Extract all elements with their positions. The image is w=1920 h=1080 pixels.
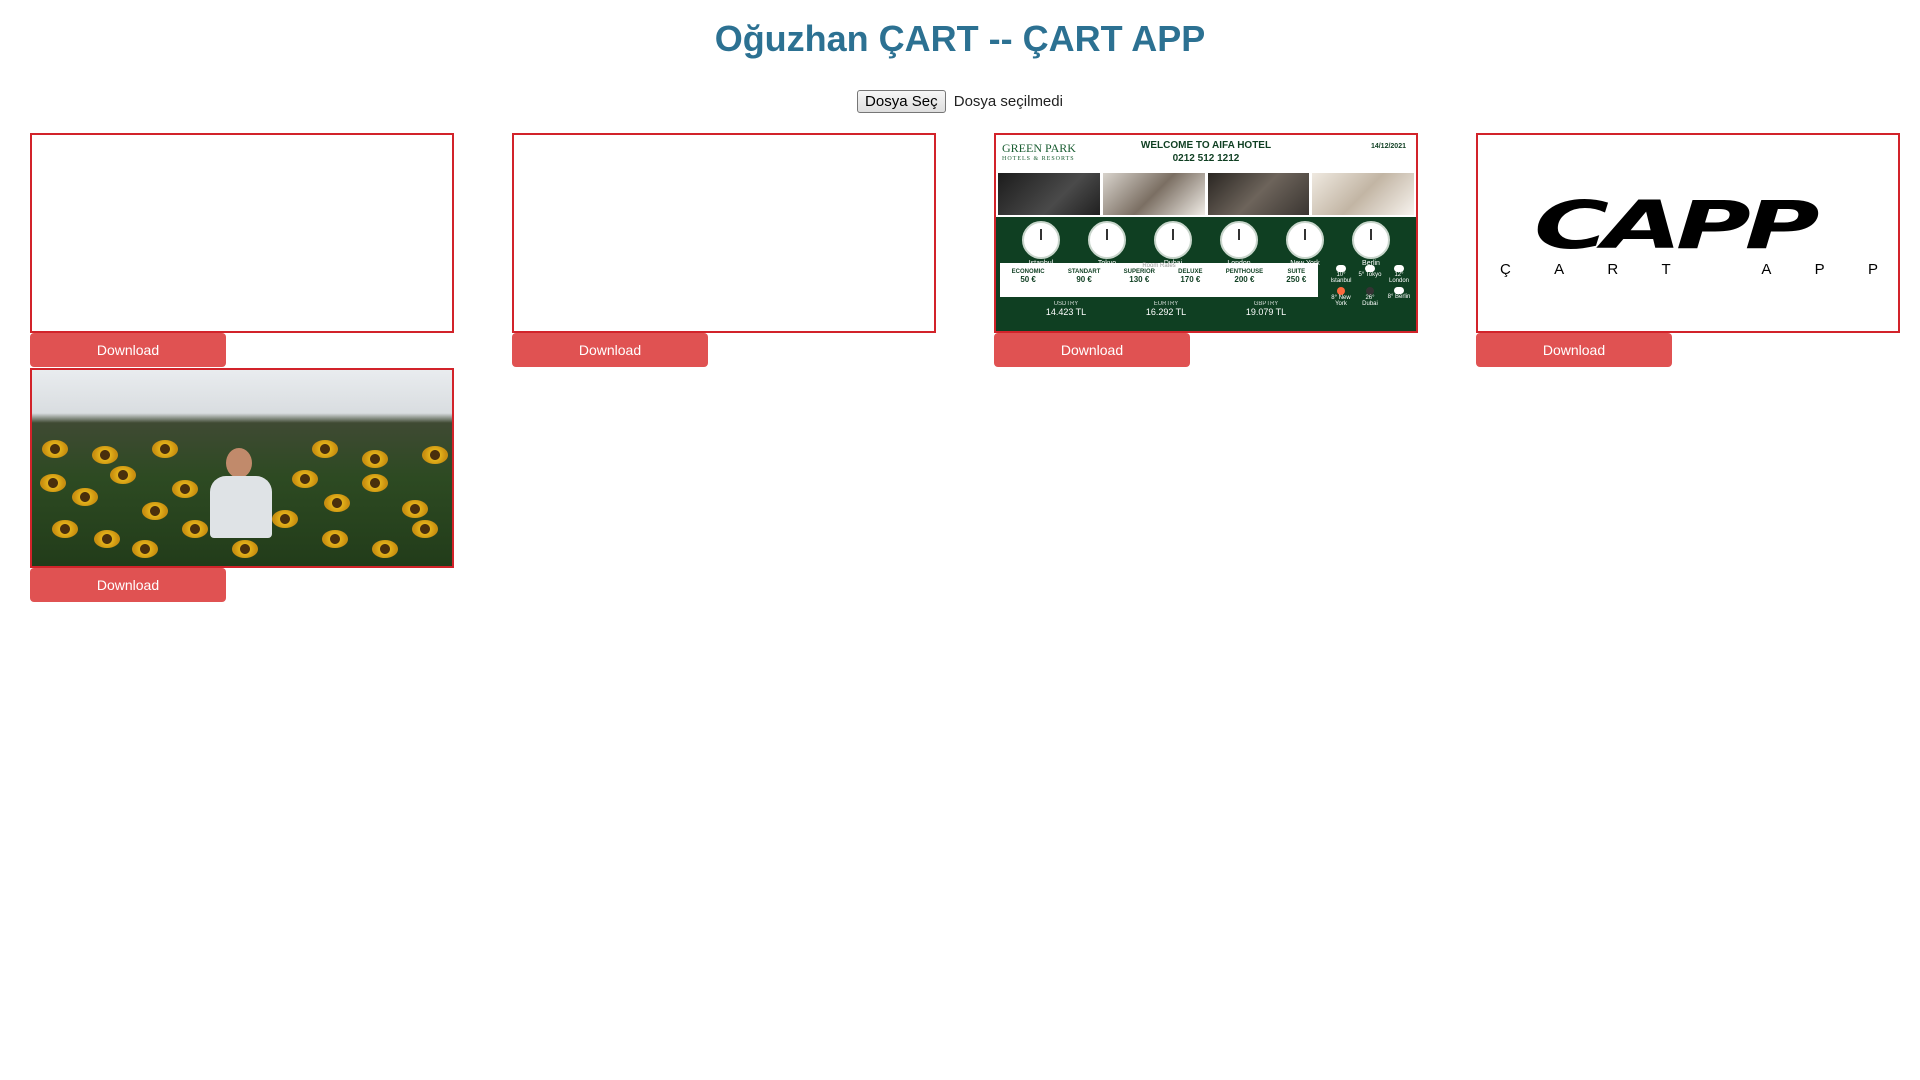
sunflower-icon xyxy=(402,500,428,518)
weather-item: 10° Istanbul xyxy=(1328,265,1354,284)
clock-icon xyxy=(1286,221,1324,259)
currency-rate: EURTRY 16.292 TL xyxy=(1145,301,1187,317)
sunflower-icon xyxy=(152,440,178,458)
sunflower-icon xyxy=(94,530,120,548)
weather-item: 8° New York xyxy=(1328,287,1354,307)
currency-rate: GBPTRY 19.079 TL xyxy=(1245,301,1287,317)
currency-rate: USDTRY 14.423 TL xyxy=(1045,301,1087,317)
room-rate: SUPERIOR 130 € xyxy=(1123,269,1155,284)
hotel-phone: 0212 512 1212 xyxy=(1172,153,1240,164)
sunflower-icon xyxy=(292,470,318,488)
capp-logo-image: CAPP ÇART APP xyxy=(1478,135,1898,331)
cloud-icon xyxy=(1394,287,1404,294)
room-rate: STANDART 90 € xyxy=(1067,269,1101,284)
sunflower-icon xyxy=(362,474,388,492)
world-clock: New York xyxy=(1286,221,1324,267)
sunflower-icon xyxy=(40,474,66,492)
sun-icon xyxy=(1337,287,1345,295)
image-thumbnail: CAPP ÇART APP xyxy=(1476,133,1900,333)
image-thumbnail: GREEN PARK HOTELS & RESORTS WELCOME TO AI… xyxy=(994,133,1418,333)
gallery-card: CAPP ÇART APP Download xyxy=(1476,133,1900,367)
sunflower-icon xyxy=(272,510,298,528)
cloud-icon xyxy=(1365,265,1375,272)
clock-icon xyxy=(1220,221,1258,259)
room-rates: Room Rates ECONOMIC 50 € STANDART 90 € SUPER… xyxy=(1000,263,1318,297)
download-button[interactable]: Download xyxy=(1476,333,1672,367)
sunflower-icon xyxy=(72,488,98,506)
sunflower-icon xyxy=(372,540,398,558)
image-thumbnail xyxy=(30,368,454,568)
sunflower-icon xyxy=(110,466,136,484)
sunflower-icon xyxy=(312,440,338,458)
download-button[interactable]: Download xyxy=(30,568,226,602)
sunflower-icon xyxy=(412,520,438,538)
gallery-card: Download xyxy=(30,368,454,602)
cloud-icon xyxy=(1394,265,1404,272)
world-clock: Berlin xyxy=(1352,221,1390,267)
world-clock: Dubai xyxy=(1154,221,1192,267)
file-uploader: Dosya Seç Dosya seçilmedi xyxy=(0,90,1920,113)
gallery-card: Download xyxy=(30,133,454,367)
sunflower-icon xyxy=(422,446,448,464)
image-thumbnail xyxy=(30,133,454,333)
sunflower-icon xyxy=(132,540,158,558)
sunflower-icon xyxy=(182,520,208,538)
clock-icon xyxy=(1088,221,1126,259)
download-button[interactable]: Download xyxy=(994,333,1190,367)
sunflower-icon xyxy=(322,530,348,548)
currency-rates: USDTRY 14.423 TL EURTRY 16.292 TL GBPTRY 19.0… xyxy=(1016,301,1316,317)
moon-icon xyxy=(1366,287,1374,295)
download-button[interactable]: Download xyxy=(30,333,226,367)
room-rate: PENTHOUSE 200 € xyxy=(1225,269,1264,284)
sunflower-icon xyxy=(92,446,118,464)
gallery-card: Download xyxy=(512,133,936,367)
sunflower-icon xyxy=(52,520,78,538)
clock-icon xyxy=(1022,221,1060,259)
person-figure xyxy=(210,448,272,538)
room-rate: DELUXE 170 € xyxy=(1178,269,1203,284)
capp-logo-subtitle: ÇART APP xyxy=(1500,261,1880,278)
sunflower-icon xyxy=(324,494,350,512)
clock-icon xyxy=(1154,221,1192,259)
weather-item: 8° Berlin xyxy=(1386,287,1412,307)
room-rate: SUITE 250 € xyxy=(1286,269,1307,284)
clock-icon xyxy=(1352,221,1390,259)
sunflower-field-photo xyxy=(32,370,452,566)
hotel-signage-image: GREEN PARK HOTELS & RESORTS WELCOME TO AI… xyxy=(996,135,1416,331)
sunflower-icon xyxy=(172,480,198,498)
file-status-text: Dosya seçilmedi xyxy=(953,93,1063,110)
gallery-card: GREEN PARK HOTELS & RESORTS WELCOME TO AI… xyxy=(994,133,1418,367)
download-button[interactable]: Download xyxy=(512,333,708,367)
sunflower-icon xyxy=(42,440,68,458)
room-rate: ECONOMIC 50 € xyxy=(1011,269,1045,284)
weather-item: 12° London xyxy=(1386,265,1412,284)
hotel-welcome-text: WELCOME TO AIFA HOTEL xyxy=(1140,140,1272,151)
weather-item: 5° Tokyo xyxy=(1357,265,1383,284)
world-clock: Istanbul xyxy=(1022,221,1060,267)
world-clock: London xyxy=(1220,221,1258,267)
cloud-icon xyxy=(1336,265,1346,272)
sunflower-icon xyxy=(232,540,258,558)
hotel-photos xyxy=(996,171,1416,217)
page-title: Oğuzhan ÇART -- ÇART APP xyxy=(714,18,1206,59)
weather-grid: 10° Istanbul 5° Tokyo 12° London 8° New Yor… xyxy=(1328,265,1412,307)
hotel-date: 14/12/2021 xyxy=(1370,143,1406,150)
world-clock: Tokyo xyxy=(1088,221,1126,267)
choose-file-button[interactable]: Dosya Seç xyxy=(857,90,946,113)
weather-item: 26° Dubai xyxy=(1357,287,1383,307)
image-thumbnail xyxy=(512,133,936,333)
sunflower-icon xyxy=(362,450,388,468)
capp-logo-mark: CAPP xyxy=(1534,187,1820,264)
sunflower-icon xyxy=(142,502,168,520)
world-clocks: Istanbul Tokyo Dubai London New York Berlin xyxy=(996,217,1416,267)
